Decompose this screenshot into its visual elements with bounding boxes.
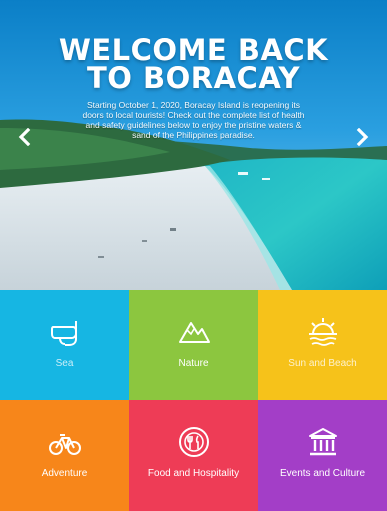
hero-content: WELCOME BACK TO BORACAY Starting October… (0, 0, 387, 141)
category-tile-events-and-culture[interactable]: Events and Culture (258, 400, 387, 511)
chevron-left-icon (18, 127, 31, 147)
category-tile-food-and-hospitality[interactable]: Food and Hospitality (129, 400, 258, 511)
category-label-adventure: Adventure (41, 468, 88, 479)
hero-banner: WELCOME BACK TO BORACAY Starting October… (0, 0, 387, 290)
category-label-nature: Nature (178, 358, 209, 369)
hero-title-line-2: TO BORACAY (86, 61, 300, 95)
mountain-icon (178, 322, 210, 343)
category-tile-adventure[interactable]: Adventure (0, 400, 129, 511)
category-grid: Sea Nature Sun and Beach Adventure Food … (0, 290, 387, 511)
category-tile-sun-and-beach[interactable]: Sun and Beach (258, 290, 387, 400)
hero-title: WELCOME BACK TO BORACAY (0, 33, 387, 95)
hero-subtitle: Starting October 1, 2020, Boracay Island… (82, 100, 305, 140)
plate-cutlery-icon (178, 427, 209, 457)
snorkel-icon (50, 321, 77, 346)
sun-icon (308, 318, 337, 346)
category-label-food-and-hospitality: Food and Hospitality (147, 468, 240, 479)
category-label-sun-and-beach: Sun and Beach (288, 358, 357, 369)
hero-title-line-1: WELCOME BACK (58, 33, 329, 67)
category-tile-sea[interactable]: Sea (0, 290, 129, 400)
category-tile-nature[interactable]: Nature (129, 290, 258, 400)
app-screen: WELCOME BACK TO BORACAY Starting October… (0, 0, 387, 511)
museum-icon (308, 428, 337, 456)
carousel-prev-button[interactable] (16, 127, 34, 147)
category-label-sea: Sea (55, 358, 74, 369)
carousel-next-button[interactable] (353, 127, 371, 147)
category-label-events-and-culture: Events and Culture (279, 468, 366, 479)
bicycle-icon (48, 434, 81, 455)
chevron-right-icon (356, 127, 369, 147)
